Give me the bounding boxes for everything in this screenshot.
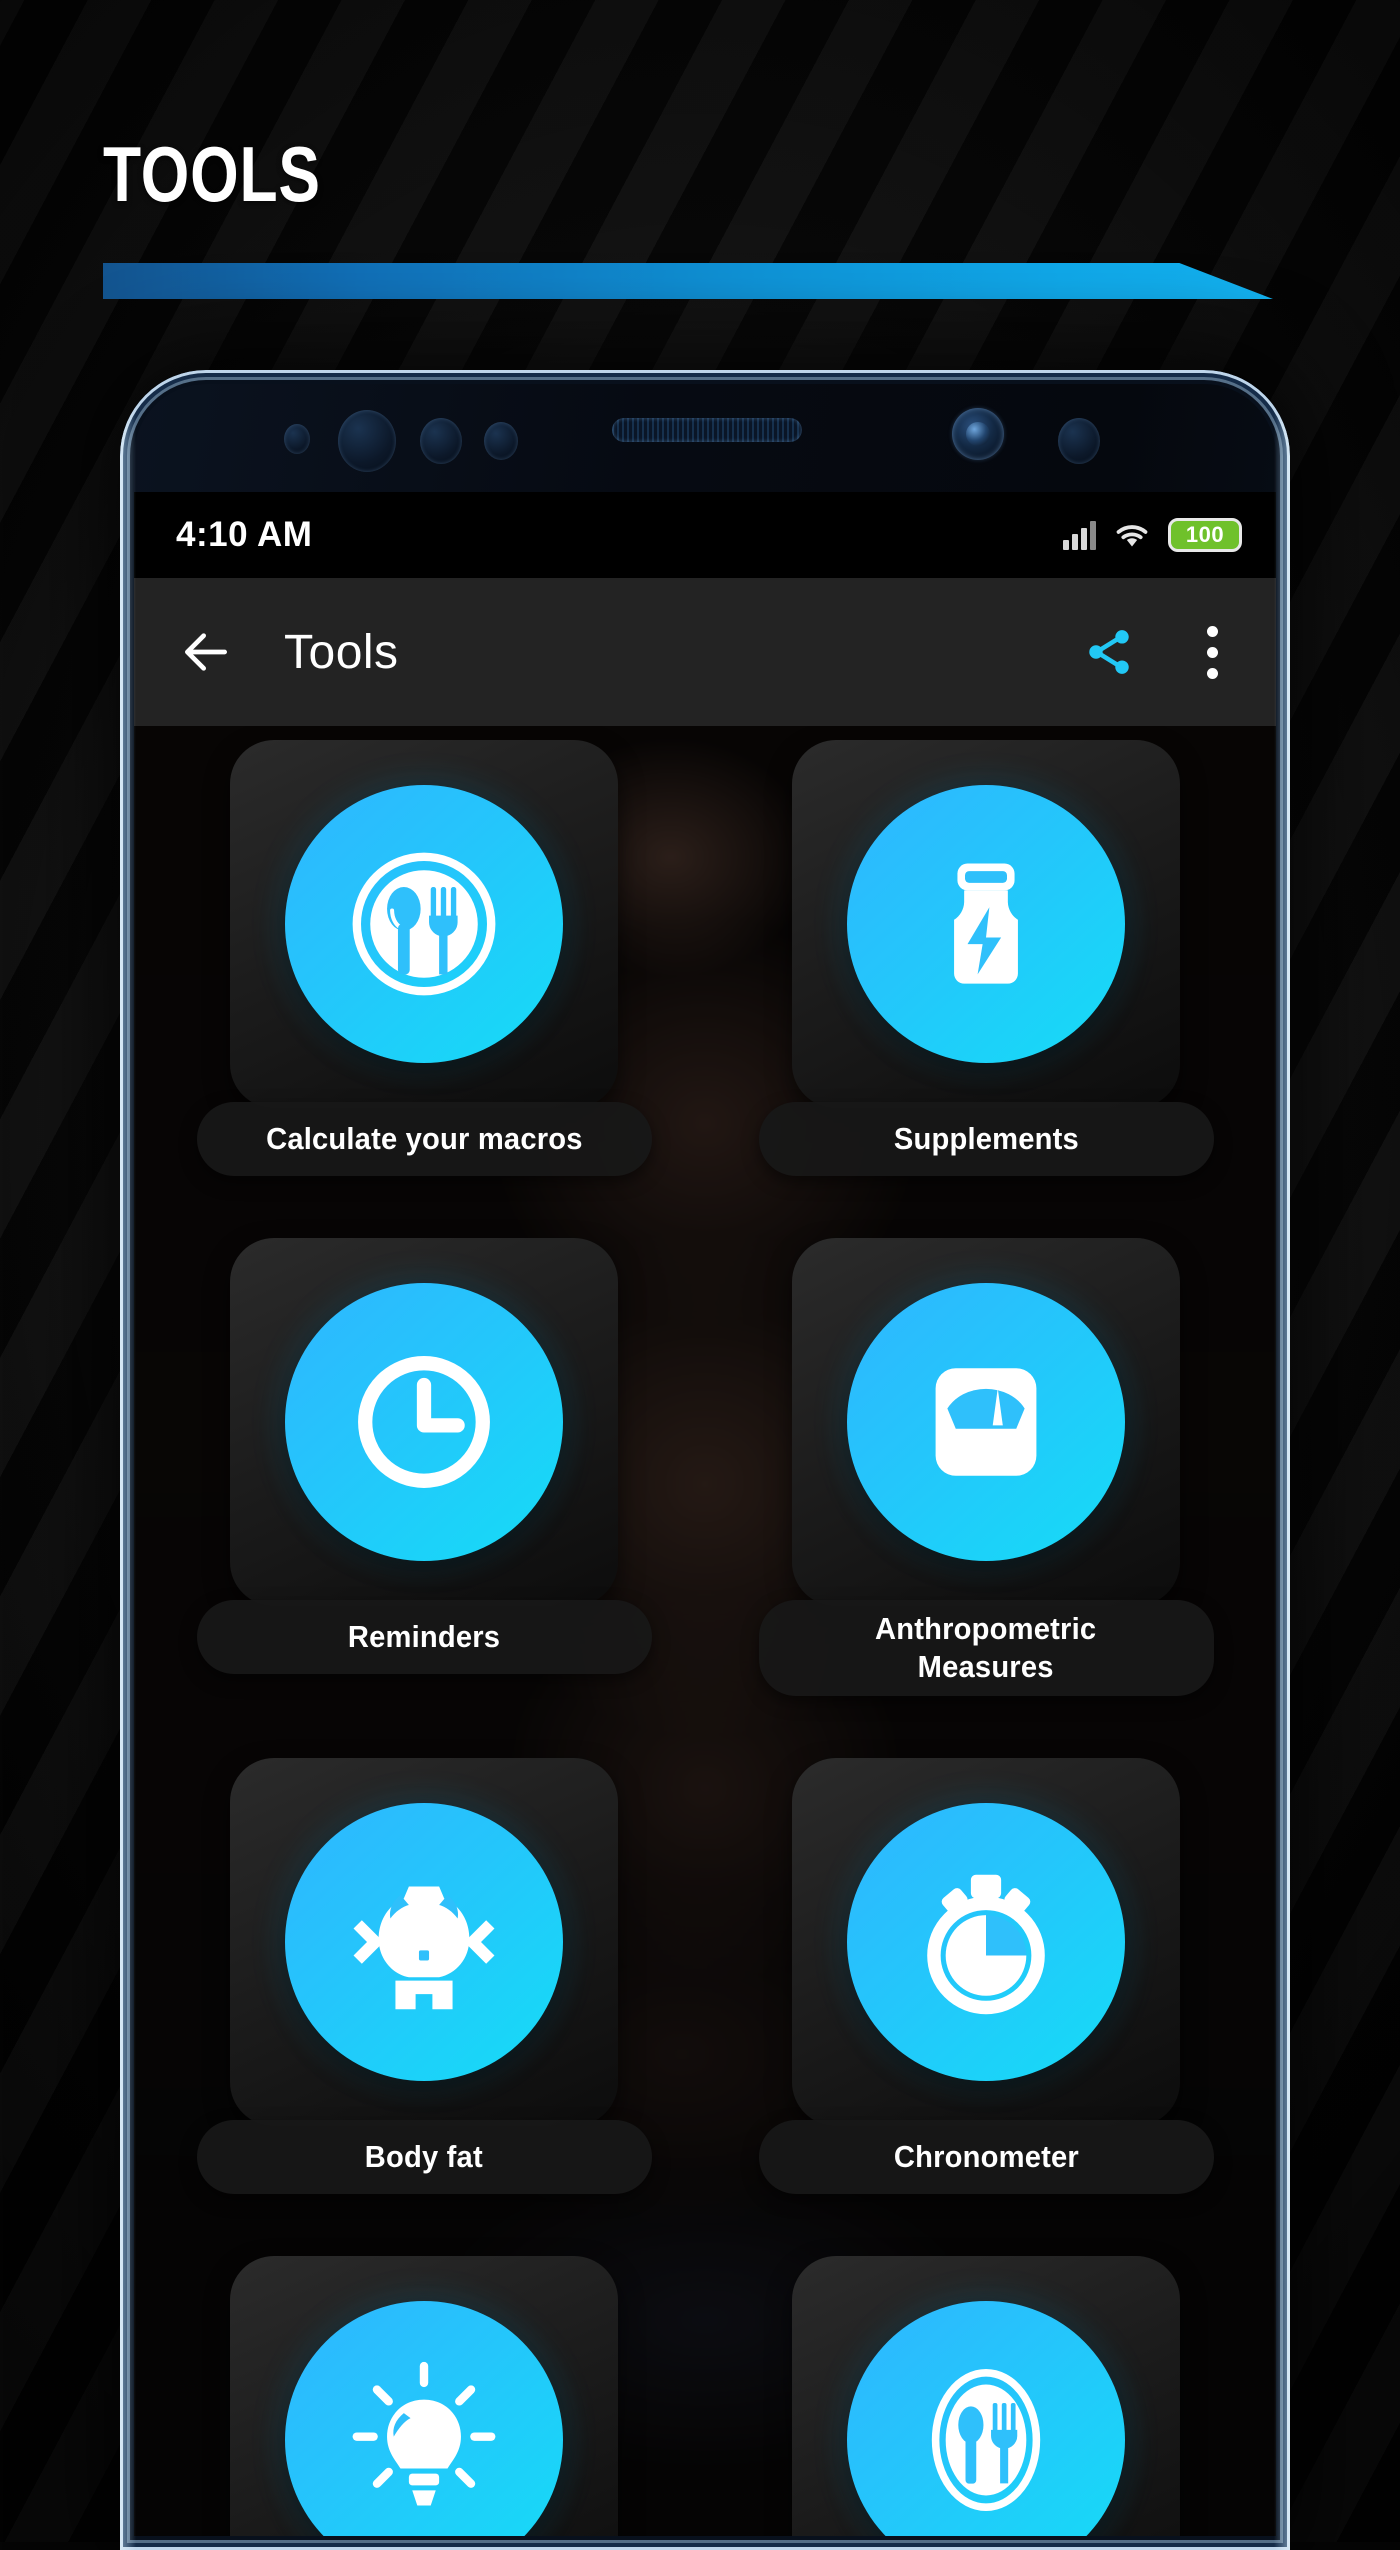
cellular-signal-icon: [1063, 520, 1096, 550]
clock-icon: [340, 1338, 508, 1506]
toolbar-title: Tools: [284, 625, 399, 680]
tool-item-calculate-your-macros[interactable]: Calculate your macros: [170, 726, 678, 1176]
tool-card[interactable]: [792, 1238, 1180, 1606]
phone-bezel: [120, 370, 1290, 494]
page-title: TOOLS: [103, 135, 321, 213]
tool-label-text: Supplements: [893, 1120, 1078, 1158]
iris-scanner-icon: [338, 410, 396, 472]
share-button[interactable]: [1083, 625, 1135, 679]
plate-spoon-fork-icon: [340, 840, 508, 1008]
battery-status-badge: 100: [1168, 518, 1242, 552]
tool-item-chronometer[interactable]: Chronometer: [732, 1744, 1240, 2194]
phone-mockup: 4:10 AM 100 T: [120, 370, 1290, 2550]
tool-card[interactable]: [230, 2256, 618, 2550]
stopwatch-icon: [902, 1858, 1070, 2026]
grid-row-spacer: [170, 1176, 1240, 1224]
tool-icon-circle: [847, 2301, 1125, 2550]
tool-label-pill: Reminders: [197, 1600, 652, 1674]
overflow-menu-icon: [1207, 626, 1218, 637]
tool-card[interactable]: [230, 1758, 618, 2126]
tools-grid: Calculate your macros: [134, 726, 1276, 2550]
phone-screen: 4:10 AM 100 T: [134, 492, 1276, 2550]
front-camera-icon: [952, 408, 1004, 460]
overflow-menu-icon: [1207, 647, 1218, 658]
back-button[interactable]: [178, 624, 234, 680]
tool-item-reminders[interactable]: Reminders: [170, 1224, 678, 1696]
tool-icon-circle: [285, 1803, 563, 2081]
speaker-grille-icon: [612, 418, 802, 442]
overflow-menu-button[interactable]: [1193, 620, 1232, 685]
tool-item-body-fat[interactable]: Body fat: [170, 1744, 678, 2194]
tool-item-anthropometric-measures[interactable]: Anthropometric Measures: [732, 1224, 1240, 1696]
torso-calipers-icon: [340, 1858, 508, 2026]
tool-item-diet[interactable]: [732, 2242, 1240, 2550]
tool-icon-circle: [285, 785, 563, 1063]
grid-row-spacer: [170, 2194, 1240, 2242]
overflow-menu-icon: [1207, 668, 1218, 679]
tool-icon-circle: [285, 2301, 563, 2550]
tool-icon-circle: [285, 1283, 563, 1561]
status-bar: 4:10 AM 100: [134, 492, 1276, 578]
tool-label-text: Reminders: [348, 1618, 500, 1656]
tool-label-pill: Calculate your macros: [197, 1102, 652, 1176]
light-sensor-icon: [420, 418, 462, 464]
tool-card[interactable]: [792, 2256, 1180, 2550]
proximity-sensor-icon: [484, 422, 518, 460]
status-bar-icons: 100: [1063, 518, 1242, 552]
supplement-jar-bolt-icon: [902, 840, 1070, 1008]
battery-level-text: 100: [1186, 522, 1224, 548]
tools-content: Calculate your macros: [134, 726, 1276, 2550]
tool-icon-circle: [847, 1803, 1125, 2081]
tool-label-pill: Anthropometric Measures: [759, 1600, 1214, 1696]
bathroom-scale-icon: [902, 1338, 1070, 1506]
toolbar-actions: [1083, 620, 1232, 685]
proximity-sensor-icon: [1058, 418, 1100, 464]
tool-icon-circle: [847, 785, 1125, 1063]
tool-label-pill: Chronometer: [759, 2120, 1214, 2194]
status-bar-clock: 4:10 AM: [176, 515, 312, 555]
tool-label-text: Chronometer: [893, 2138, 1078, 2176]
grid-row-spacer: [170, 1696, 1240, 1744]
app-toolbar: Tools: [134, 578, 1276, 726]
tool-icon-circle: [847, 1283, 1125, 1561]
back-arrow-icon: [178, 624, 234, 680]
tool-label-pill: Body fat: [197, 2120, 652, 2194]
tool-label-text: Anthropometric Measures: [875, 1610, 1096, 1686]
tool-card[interactable]: [230, 1238, 618, 1606]
tool-card[interactable]: [792, 1758, 1180, 2126]
proximity-sensor-icon: [284, 424, 310, 454]
tool-label-text: Calculate your macros: [266, 1120, 583, 1158]
tool-card[interactable]: [792, 740, 1180, 1108]
accent-rule: [103, 263, 1273, 299]
oval-plate-spoon-fork-icon: [902, 2356, 1070, 2524]
tool-label-text: Body fat: [365, 2138, 483, 2176]
tool-item-supplements[interactable]: Supplements: [732, 726, 1240, 1176]
tool-label-pill: Supplements: [759, 1102, 1214, 1176]
tool-item-tips[interactable]: [170, 2242, 678, 2550]
lightbulb-icon: [340, 2356, 508, 2524]
share-icon: [1083, 625, 1135, 679]
wifi-icon: [1112, 519, 1152, 551]
tool-card[interactable]: [230, 740, 618, 1108]
